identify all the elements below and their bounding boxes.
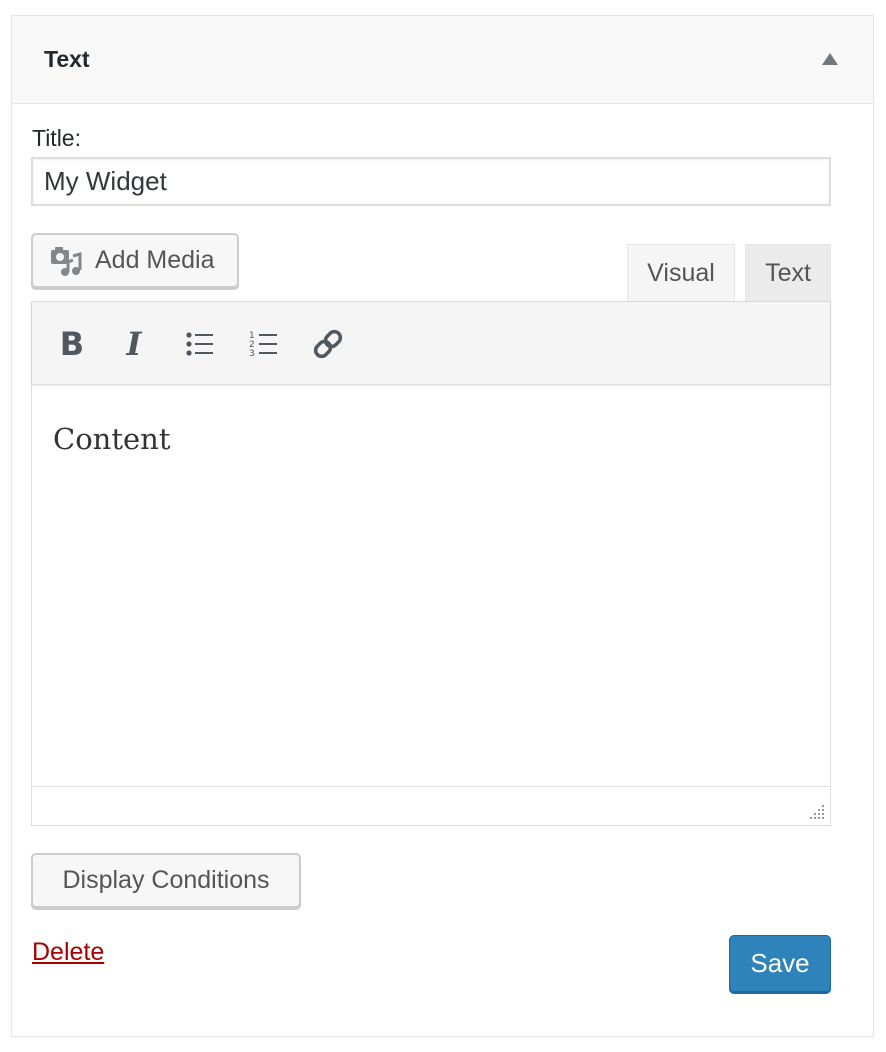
rich-text-editor: B I 1 2 3 Content (31, 301, 831, 826)
resize-handle-icon[interactable] (806, 801, 826, 821)
editor-toolbar: B I 1 2 3 (32, 302, 830, 385)
display-conditions-button[interactable]: Display Conditions (31, 853, 301, 908)
title-label: Title: (32, 125, 81, 151)
tab-text[interactable]: Text (745, 244, 831, 302)
numbered-list-icon[interactable]: 1 2 3 (242, 322, 286, 366)
italic-icon[interactable]: I (112, 322, 156, 366)
widget-title: Text (44, 46, 90, 72)
editor-content[interactable]: Content (32, 386, 830, 786)
add-media-label: Add Media (95, 246, 215, 274)
bold-icon[interactable]: B (50, 322, 94, 366)
svg-text:3: 3 (249, 349, 255, 359)
editor-statusbar (32, 786, 830, 825)
triangle-up-icon[interactable] (822, 53, 838, 65)
save-button[interactable]: Save (729, 935, 831, 992)
add-media-button[interactable]: Add Media (31, 233, 239, 288)
title-input[interactable] (31, 157, 831, 206)
bullet-list-icon[interactable] (178, 322, 222, 366)
tab-visual[interactable]: Visual (627, 244, 735, 302)
link-icon[interactable] (306, 322, 350, 366)
media-icon (49, 244, 83, 278)
delete-link[interactable]: Delete (32, 938, 104, 967)
widget-header[interactable]: Text (12, 16, 873, 104)
